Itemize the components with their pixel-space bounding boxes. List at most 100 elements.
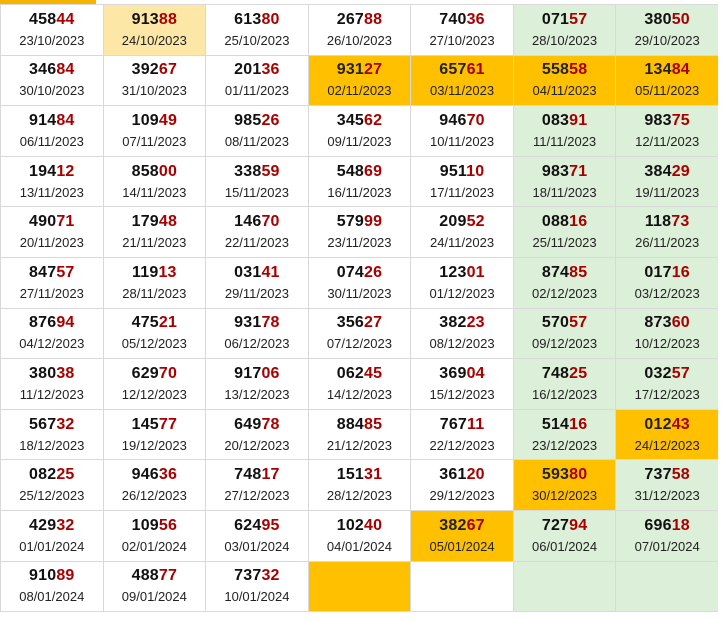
- result-date: 29/11/2023: [224, 285, 289, 301]
- result-date: 21/12/2023: [326, 437, 392, 453]
- result-number: 91388: [131, 10, 178, 28]
- result-date: 13/11/2023: [19, 184, 84, 200]
- result-number: 94670: [439, 111, 485, 129]
- result-cell: [410, 560, 514, 613]
- result-cell: 07157 28/10/2023: [512, 4, 617, 56]
- result-date: 05/12/2023: [121, 336, 187, 352]
- result-date: 05/11/2023: [635, 83, 700, 99]
- result-cell: 87360 10/12/2023: [615, 307, 719, 360]
- result-date: 23/12/2023: [532, 437, 598, 453]
- result-cell: 36120 29/12/2023: [410, 459, 514, 511]
- result-number: 11913: [132, 263, 177, 281]
- result-number: 07426: [336, 263, 383, 281]
- result-date: 26/12/2023: [121, 488, 187, 504]
- result-cell: 26788 26/10/2023: [307, 4, 412, 56]
- result-cell: 87485 02/12/2023: [512, 256, 617, 309]
- result-number: 33859: [234, 162, 280, 180]
- table-row: 45844 23/10/2023 91388 24/10/2023 61380 25/10…: [0, 4, 719, 56]
- result-date: 25/10/2023: [224, 32, 290, 48]
- result-cell: 10949 07/11/2023: [102, 105, 207, 157]
- result-date: 06/01/2024: [532, 538, 598, 554]
- result-date: 03/11/2023: [429, 83, 495, 99]
- result-date: 03/01/2024: [224, 538, 290, 554]
- table-row: 38038 11/12/2023 62970 12/12/2023 91706 13/12…: [0, 358, 719, 410]
- result-cell: 17948 21/11/2023: [102, 206, 207, 258]
- result-date: 01/01/2024: [19, 538, 85, 554]
- result-cell: 91706 13/12/2023: [205, 358, 309, 410]
- table-row: 49071 20/11/2023 17948 21/11/2023 14670 22/11…: [0, 206, 719, 258]
- result-number: 38223: [439, 314, 485, 332]
- result-date: 08/12/2023: [429, 336, 495, 352]
- result-cell: 19412 13/11/2023: [0, 155, 104, 208]
- result-date: 27/12/2023: [224, 488, 290, 504]
- result-date: 19/11/2023: [635, 184, 700, 200]
- result-cell: 39267 31/10/2023: [102, 54, 207, 107]
- result-date: 30/11/2023: [327, 285, 392, 301]
- result-number: 73758: [644, 466, 690, 484]
- result-number: 03141: [234, 263, 280, 281]
- result-date: 07/12/2023: [326, 336, 392, 352]
- table-row: 19412 13/11/2023 85800 14/11/2023 33859 15/11…: [0, 155, 719, 208]
- result-cell: 62970 12/12/2023: [102, 358, 207, 410]
- result-number: 98375: [644, 111, 690, 129]
- result-number: 08816: [541, 213, 588, 231]
- result-cell: 87694 04/12/2023: [0, 307, 104, 360]
- result-cell: 72794 06/01/2024: [512, 509, 617, 562]
- result-cell: 11913 28/11/2023: [102, 256, 207, 309]
- result-number: 45844: [29, 10, 75, 28]
- result-date: 21/11/2023: [122, 235, 187, 251]
- result-date: 26/11/2023: [635, 235, 700, 251]
- result-cell: 98371 18/11/2023: [512, 155, 617, 208]
- result-cell: 12301 01/12/2023: [410, 256, 514, 309]
- result-date: 25/12/2023: [19, 488, 85, 504]
- result-date: 29/12/2023: [429, 488, 495, 504]
- result-number: 69618: [644, 516, 690, 534]
- result-cell: 91089 08/01/2024: [0, 560, 104, 613]
- result-date: 23/10/2023: [19, 32, 85, 48]
- result-cell: 95110 17/11/2023: [410, 155, 514, 208]
- result-cell: 98375 12/11/2023: [615, 105, 719, 157]
- result-date: 02/12/2023: [532, 285, 598, 301]
- result-number: 74036: [439, 10, 485, 28]
- result-number: 47521: [131, 314, 178, 332]
- result-date: 28/12/2023: [326, 488, 392, 504]
- result-cell: 42932 01/01/2024: [0, 509, 104, 562]
- result-cell: [512, 560, 617, 613]
- result-date: 11/12/2023: [19, 386, 84, 402]
- result-cell: 94636 26/12/2023: [102, 459, 207, 511]
- table-row: 56732 18/12/2023 14577 19/12/2023 64978 20/12…: [0, 408, 719, 461]
- result-number: 95110: [439, 162, 485, 180]
- result-number: 91089: [29, 567, 75, 585]
- result-date: 11/11/2023: [533, 133, 597, 149]
- result-number: 88485: [336, 415, 383, 433]
- result-cell: 51416 23/12/2023: [512, 408, 617, 461]
- result-cell: 85800 14/11/2023: [102, 155, 207, 208]
- result-date: 19/12/2023: [121, 437, 187, 453]
- result-cell: 38038 11/12/2023: [0, 358, 104, 410]
- result-date: 25/11/2023: [532, 235, 597, 251]
- table-row: 08225 25/12/2023 94636 26/12/2023 74817 27/12…: [0, 459, 719, 511]
- result-date: 24/11/2023: [429, 235, 495, 251]
- result-cell: 54869 16/11/2023: [307, 155, 412, 208]
- result-cell: 20952 24/11/2023: [410, 206, 514, 258]
- result-date: 28/10/2023: [532, 32, 598, 48]
- result-number: 74825: [541, 364, 588, 382]
- result-cell: 61380 25/10/2023: [205, 4, 309, 56]
- result-date: 17/11/2023: [429, 184, 495, 200]
- result-cell: 56732 18/12/2023: [0, 408, 104, 461]
- result-cell: 14577 19/12/2023: [102, 408, 207, 461]
- result-number: 03257: [644, 364, 690, 382]
- result-number: 20952: [439, 213, 485, 231]
- result-number: 62495: [234, 516, 280, 534]
- result-cell: 91484 06/11/2023: [0, 105, 104, 157]
- result-cell: 93127 02/11/2023: [307, 54, 412, 107]
- result-cell: 49071 20/11/2023: [0, 206, 104, 258]
- result-date: 10/01/2024: [224, 589, 290, 605]
- result-cell: 01716 03/12/2023: [615, 256, 719, 309]
- result-cell: 38429 19/11/2023: [615, 155, 719, 208]
- result-number: 61380: [234, 10, 280, 28]
- result-cell: 88485 21/12/2023: [307, 408, 412, 461]
- table-row: 84757 27/11/2023 11913 28/11/2023 03141 29/11…: [0, 256, 719, 309]
- result-cell: 08816 25/11/2023: [512, 206, 617, 258]
- result-number: 34684: [29, 61, 75, 79]
